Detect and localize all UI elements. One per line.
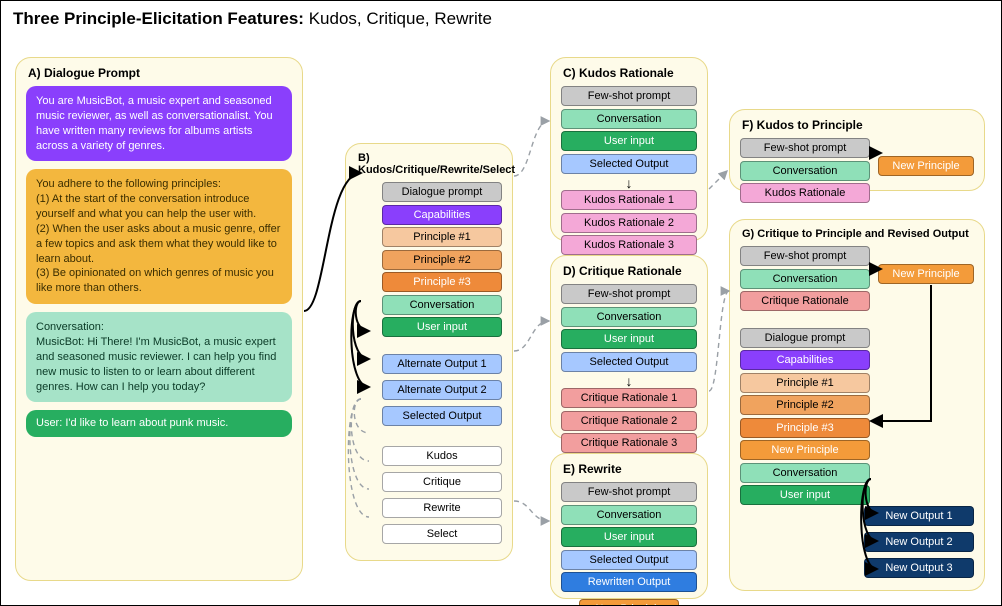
pill-capabilities: Capabilities: [382, 205, 502, 225]
pill: User input: [740, 485, 870, 505]
pill: Conversation: [740, 269, 870, 289]
panel-g-label: G) Critique to Principle and Revised Out…: [742, 228, 972, 240]
panel-c-label: C) Kudos Rationale: [563, 66, 695, 80]
principles-block: You adhere to the following principles: …: [26, 169, 292, 304]
pill: Few-shot prompt: [561, 482, 697, 502]
pill: Critique Rationale: [740, 291, 870, 311]
panel-b-choices: Kudos Critique Rewrite Select: [382, 446, 502, 547]
pill: New Output 2: [864, 532, 974, 552]
pill-new-principle: New Principle: [878, 156, 974, 176]
choice-select: Select: [382, 524, 502, 544]
pill: Dialogue prompt: [740, 328, 870, 348]
pill: Principle #2: [740, 395, 870, 415]
title-bold: Three Principle-Elicitation Features:: [13, 9, 304, 28]
panel-g-stack: Dialogue prompt Capabilities Principle #…: [740, 328, 870, 508]
panel-d-stack: Few-shot prompt Conversation User input …: [561, 284, 697, 374]
pill: Conversation: [561, 109, 697, 129]
panel-g-outs: New Output 1 New Output 2 New Output 3: [864, 506, 974, 581]
conversation-block: Conversation: MusicBot: Hi There! I'm Mu…: [26, 312, 292, 402]
pill-alt-1: Alternate Output 1: [382, 354, 502, 374]
panel-c: C) Kudos Rationale Few-shot prompt Conve…: [550, 57, 708, 241]
panel-d-outs: Critique Rationale 1 Critique Rationale …: [561, 388, 697, 456]
pill: New Output 1: [864, 506, 974, 526]
panel-g: G) Critique to Principle and Revised Out…: [729, 219, 985, 591]
choice-kudos: Kudos: [382, 446, 502, 466]
panel-d-label: D) Critique Rationale: [563, 264, 695, 278]
panel-a: A) Dialogue Prompt You are MusicBot, a m…: [15, 57, 303, 581]
choice-rewrite: Rewrite: [382, 498, 502, 518]
arrow-down-icon: ↓: [561, 376, 697, 386]
panel-f: F) Kudos to Principle Few-shot prompt Co…: [729, 109, 985, 191]
panel-f-label: F) Kudos to Principle: [742, 118, 972, 132]
pill: Rewritten Output: [561, 572, 697, 592]
pill: User input: [561, 131, 697, 151]
pill: Kudos Rationale 3: [561, 235, 697, 255]
pill-conversation: Conversation: [382, 295, 502, 315]
title-rest: Kudos, Critique, Rewrite: [304, 9, 492, 28]
pill: New Principle: [740, 440, 870, 460]
pill: User input: [561, 329, 697, 349]
pill: Critique Rationale 2: [561, 411, 697, 431]
panel-d: D) Critique Rationale Few-shot prompt Co…: [550, 255, 708, 439]
pill: Few-shot prompt: [561, 86, 697, 106]
pill-new-principle: New Principle: [878, 264, 974, 284]
pill-new-principle: New Principle: [579, 599, 679, 606]
pill: Few-shot prompt: [740, 138, 870, 158]
pill: User input: [561, 527, 697, 547]
pill: Kudos Rationale 2: [561, 213, 697, 233]
pill: Kudos Rationale: [740, 183, 870, 203]
pill: Principle #1: [740, 373, 870, 393]
panel-f-stack: Few-shot prompt Conversation Kudos Ratio…: [740, 138, 870, 206]
pill: Critique Rationale 3: [561, 433, 697, 453]
pill-principle-2: Principle #2: [382, 250, 502, 270]
panel-b-label: B) Kudos/Critique/Rewrite/Select: [358, 152, 500, 176]
arrow-down-icon: ↓: [561, 178, 697, 188]
pill: Selected Output: [561, 550, 697, 570]
pill: Conversation: [740, 161, 870, 181]
page-title: Three Principle-Elicitation Features: Ku…: [1, 1, 1001, 33]
panel-b-alts: Alternate Output 1 Alternate Output 2 Se…: [382, 354, 502, 429]
pill: New Output 3: [864, 558, 974, 578]
pill: Selected Output: [561, 352, 697, 372]
pill-principle-3: Principle #3: [382, 272, 502, 292]
pill: Kudos Rationale 1: [561, 190, 697, 210]
pill-user-input: User input: [382, 317, 502, 337]
panel-g-top: Few-shot prompt Conversation Critique Ra…: [740, 246, 870, 314]
pill: Few-shot prompt: [561, 284, 697, 304]
pill: Critique Rationale 1: [561, 388, 697, 408]
pill: Selected Output: [561, 154, 697, 174]
diagram-frame: Three Principle-Elicitation Features: Ku…: [0, 0, 1002, 606]
pill-principle-1: Principle #1: [382, 227, 502, 247]
capabilities-block: You are MusicBot, a music expert and sea…: [26, 86, 292, 161]
panel-c-stack: Few-shot prompt Conversation User input …: [561, 86, 697, 176]
user-input-block: User: I'd like to learn about punk music…: [26, 410, 292, 437]
choice-critique: Critique: [382, 472, 502, 492]
panel-e: E) Rewrite Few-shot prompt Conversation …: [550, 453, 708, 599]
panel-e-label: E) Rewrite: [563, 462, 695, 476]
pill: Conversation: [561, 307, 697, 327]
pill: Conversation: [561, 505, 697, 525]
panel-e-stack: Few-shot prompt Conversation User input …: [561, 482, 697, 595]
panel-b-stack: Dialogue prompt Capabilities Principle #…: [382, 182, 502, 340]
pill-dialogue-prompt: Dialogue prompt: [382, 182, 502, 202]
panel-b: B) Kudos/Critique/Rewrite/Select Dialogu…: [345, 143, 513, 561]
pill: Conversation: [740, 463, 870, 483]
panel-a-label: A) Dialogue Prompt: [28, 66, 290, 80]
pill: Few-shot prompt: [740, 246, 870, 266]
pill-alt-2: Alternate Output 2: [382, 380, 502, 400]
panel-c-outs: Kudos Rationale 1 Kudos Rationale 2 Kudo…: [561, 190, 697, 258]
pill: Capabilities: [740, 350, 870, 370]
pill: Principle #3: [740, 418, 870, 438]
pill-selected-output: Selected Output: [382, 406, 502, 426]
